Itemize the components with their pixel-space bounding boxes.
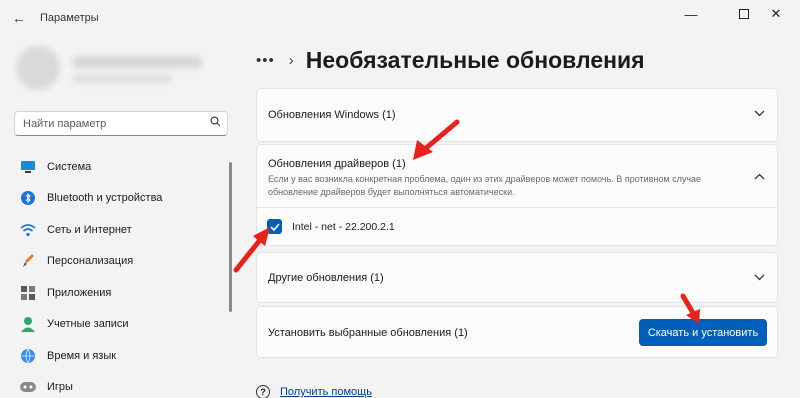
apps-icon [20,285,36,301]
chevron-down-icon [754,108,765,120]
minimize-icon: — [684,6,698,22]
sidebar-item-label: Сеть и Интернет [47,223,132,236]
sidebar-item-network[interactable]: Сеть и Интернет [14,214,228,246]
wifi-icon [20,222,36,238]
driver-checkbox[interactable] [267,219,282,234]
breadcrumb: ••• › Необязательные обновления [256,44,645,76]
help-row[interactable]: ? Получить помощь [256,385,372,398]
search-box[interactable] [14,111,228,136]
breadcrumb-more-button[interactable]: ••• [256,52,275,69]
arrow-left-icon: ← [12,10,26,26]
sidebar-item-label: Персонализация [47,255,134,268]
install-label: Установить выбранные обновления (1) [268,327,468,339]
help-icon: ? [256,385,270,398]
sidebar-item-time-language[interactable]: Время и язык [14,340,228,372]
monitor-icon [20,159,36,175]
other-updates-card[interactable]: Другие обновления (1) [256,252,778,303]
checkmark-icon [269,222,280,231]
app-title: Параметры [40,12,99,24]
title-bar: ← Параметры — ✕ [0,0,800,36]
close-icon: ✕ [770,6,782,21]
sidebar-item-system[interactable]: Система [14,151,228,183]
install-card: Установить выбранные обновления (1) Скач… [256,306,778,358]
back-button[interactable]: ← [8,8,30,28]
bluetooth-icon [20,190,36,206]
driver-item-label: Intel - net - 22.200.2.1 [292,221,395,233]
driver-updates-card[interactable]: Обновления драйверов (1) Если у вас возн… [256,144,778,208]
sidebar-item-apps[interactable]: Приложения [14,277,228,309]
sidebar-item-label: Время и язык [47,349,117,362]
gamepad-icon [20,379,36,395]
sidebar-item-label: Игры [47,381,73,394]
search-icon[interactable] [210,116,221,130]
sidebar-item-gaming[interactable]: Игры [14,372,228,398]
driver-updates-description: Если у вас возникла конкретная проблема,… [268,174,702,197]
windows-updates-title: Обновления Windows (1) [268,109,396,121]
sidebar-item-label: Система [47,160,92,173]
driver-item-row: Intel - net - 22.200.2.1 [256,208,778,246]
user-profile [16,46,216,96]
sidebar-item-label: Учетные записи [47,318,129,331]
sidebar-item-bluetooth[interactable]: Bluetooth и устройства [14,183,228,215]
sidebar-item-accounts[interactable]: Учетные записи [14,309,228,341]
chevron-down-icon [754,272,765,284]
sidebar-item-personalization[interactable]: Персонализация [14,246,228,278]
sidebar-item-label: Приложения [47,286,112,299]
avatar [16,46,60,90]
chevron-right-icon: › [288,51,294,69]
brush-icon [20,253,36,269]
close-button[interactable]: ✕ [761,4,791,24]
other-updates-title: Другие обновления (1) [268,272,384,284]
search-input[interactable] [23,115,208,133]
windows-updates-card[interactable]: Обновления Windows (1) [256,88,778,142]
driver-updates-title: Обновления драйверов (1) [268,158,406,170]
sidebar-scrollbar[interactable] [229,162,232,312]
sidebar-nav: Система Bluetooth и устройства Сеть и Ин… [14,151,228,398]
sidebar-item-label: Bluetooth и устройства [47,192,163,205]
download-install-button[interactable]: Скачать и установить [639,319,767,346]
user-icon [20,316,36,333]
help-link[interactable]: Получить помощь [280,386,372,398]
minimize-button[interactable]: — [676,4,706,24]
maximize-button[interactable] [729,4,759,24]
globe-icon [20,348,36,364]
profile-email-blurred [72,74,172,84]
chevron-up-icon [754,171,765,183]
maximize-icon [739,9,749,19]
page-title: Необязательные обновления [305,46,645,73]
profile-name-blurred [72,56,202,68]
